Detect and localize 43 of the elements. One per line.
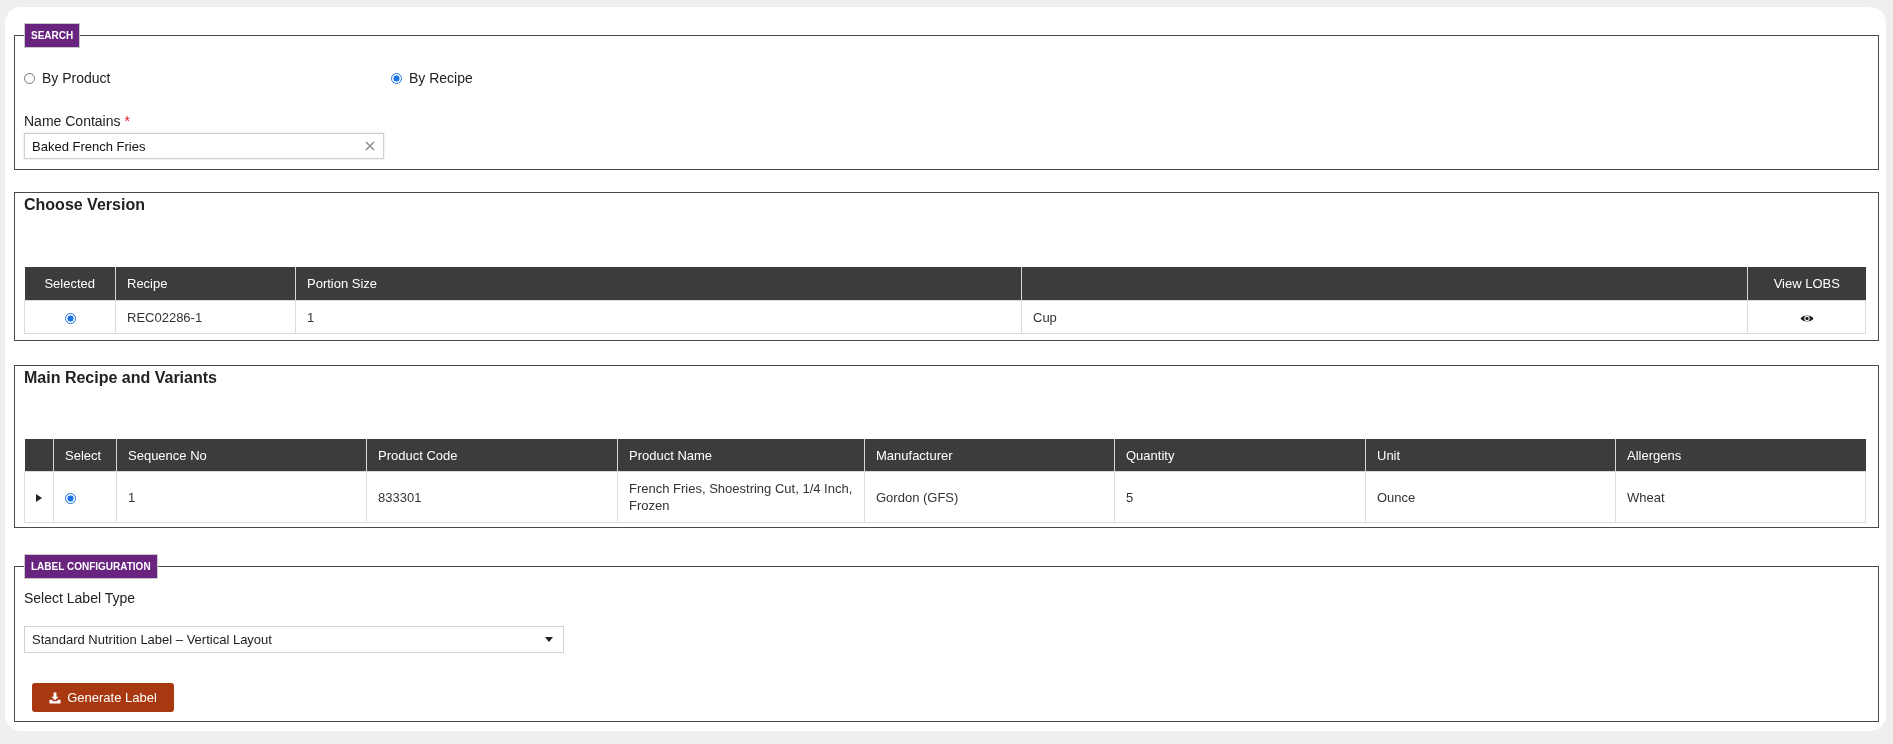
radio-button[interactable] [65,492,76,504]
column-header: Portion Size [295,267,1022,301]
radio-label[interactable]: By Recipe [409,70,473,86]
section-title: Choose Version [24,195,145,215]
generate-label-button[interactable]: Generate Label [32,683,174,712]
table-cell: 5 [1114,471,1366,523]
column-header: Select [53,439,117,472]
column-header: View LOBS [1747,267,1866,301]
radio-button[interactable] [64,312,76,324]
column-header: Quantity [1114,439,1366,472]
table-cell: REC02286-1 [115,300,296,334]
column-header: Recipe [115,267,296,301]
field-label: Name Contains [24,113,121,129]
column-header: Selected [24,267,116,301]
radio-button[interactable] [24,72,35,84]
section-title: Main Recipe and Variants [24,368,217,388]
radio-label[interactable]: By Product [42,70,111,86]
clear-icon[interactable] [365,141,375,151]
required-mark: * [124,113,130,129]
column-header: Unit [1365,439,1616,472]
eye-icon[interactable] [1799,313,1814,323]
expand-caret-icon[interactable] [36,494,42,503]
section-legend: SEARCH [24,23,81,48]
column-header: Sequence No [116,439,367,472]
section-legend: LABEL CONFIGURATION [24,554,158,579]
name-search-field[interactable]: Baked French Fries [24,133,384,159]
table-cell: 1 [116,471,367,523]
download-icon [49,691,62,704]
field-label: Select Label Type [24,589,136,607]
column-header: Product Name [617,439,865,472]
label-type-dropdown[interactable]: Standard Nutrition Label – Vertical Layout [24,626,564,653]
table-cell: 1 [295,300,1022,334]
table-cell: French Fries, Shoestring Cut, 1/4 Inch, Frozen [617,471,865,523]
column-header: Allergens [1615,439,1866,472]
table-cell: Ounce [1365,471,1616,523]
table-cell: Cup [1021,300,1748,334]
dropdown-caret-icon [545,637,553,642]
table-cell: Gordon (GFS) [864,471,1115,523]
column-header: Manufacturer [864,439,1115,472]
table-cell: Wheat [1615,471,1866,523]
column-header: Product Code [366,439,618,472]
table-cell: 833301 [366,471,618,523]
radio-button[interactable] [391,72,402,84]
